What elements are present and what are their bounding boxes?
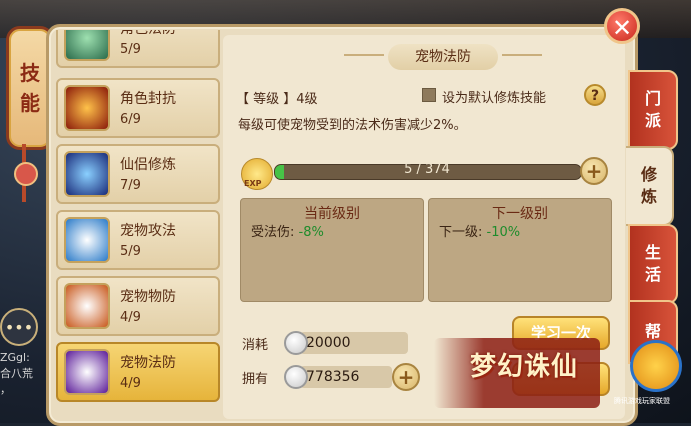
add-silver-button[interactable]: + [392, 363, 420, 391]
skill-list[interactable]: 角色法防 5/9 角色封抗 6/9 仙侣修炼 7/9 宠物攻法 5/9 宠物物防… [56, 30, 222, 415]
current-level-title: 当前级别 [304, 206, 360, 222]
chat-line: ， [0, 383, 11, 396]
skill-item[interactable]: 宠物攻法 5/9 [56, 210, 220, 270]
next-level-title: 下一级别 [492, 206, 548, 222]
default-skill-label: 设为默认修炼技能 [442, 91, 547, 106]
tab-cultivate[interactable]: 修 炼 [626, 146, 674, 226]
skill-icon [64, 217, 110, 263]
silver-coin-icon [284, 365, 308, 389]
skill-level: 5/9 [120, 244, 141, 259]
silver-coin-icon [284, 331, 308, 355]
watermark-logo: 梦幻诛仙 [470, 352, 579, 382]
tab-char: 修 [640, 165, 657, 184]
current-level-label: 受法伤: [251, 225, 295, 240]
skill-level: 7/9 [120, 178, 141, 193]
skill-icon [64, 349, 110, 395]
skill-item[interactable]: 宠物物防 4/9 [56, 276, 220, 336]
own-label: 拥有 [242, 372, 269, 387]
tab-char: 炼 [640, 187, 657, 206]
skill-name: 宠物攻法 [120, 223, 176, 239]
tab-char: 生 [644, 243, 661, 262]
default-skill-checkbox[interactable] [422, 88, 436, 102]
tab-sect[interactable]: 门 派 [628, 70, 678, 150]
add-exp-button[interactable]: + [580, 157, 608, 185]
exp-icon-label: EXP [244, 179, 262, 188]
skill-name: 宠物物防 [120, 289, 176, 305]
brand-badge-icon [630, 340, 682, 392]
skill-item[interactable]: 仙侣修炼 7/9 [56, 144, 220, 204]
lantern-char-1: 技 [20, 61, 40, 85]
skill-description: 每级可使宠物受到的法术伤害减少2%。 [238, 118, 467, 133]
chat-line: ZGgl: [0, 351, 30, 364]
skill-item-selected[interactable]: 宠物法防 4/9 [56, 342, 220, 402]
skill-icon [64, 85, 110, 131]
skill-icon [64, 283, 110, 329]
next-level-box: 下一级别 下一级: -10% [428, 198, 612, 302]
exp-progress-text: 5 / 374 [404, 162, 450, 177]
exp-icon: EXP [241, 158, 273, 190]
cost-field: 20000 [300, 332, 408, 354]
cost-label: 消耗 [242, 338, 269, 353]
skill-name: 角色法防 [120, 30, 176, 38]
lantern-char-2: 能 [20, 91, 40, 115]
skill-name: 宠物法防 [120, 355, 176, 371]
lantern-knot-icon [14, 162, 38, 186]
current-level-box: 当前级别 受法伤: -8% [240, 198, 424, 302]
next-level-label: 下一级: [439, 225, 483, 240]
skill-level: 4/9 [120, 310, 141, 325]
skill-name: 仙侣修炼 [120, 157, 176, 173]
next-level-line: 下一级: -10% [439, 221, 520, 240]
skill-item[interactable]: 角色法防 5/9 [56, 30, 220, 68]
close-button[interactable]: ✕ [604, 8, 640, 44]
skill-level-label: 【 等级 】4级 [236, 92, 318, 107]
brand-caption: 腾讯游戏玩家联盟 [614, 397, 670, 405]
skill-name: 角色封抗 [120, 91, 176, 107]
skill-title: 宠物法防 [388, 44, 498, 70]
skill-level: 6/9 [120, 112, 141, 127]
skill-level: 5/9 [120, 42, 141, 57]
chat-preview: ZGgl: 合八荒 ， [0, 350, 44, 398]
skill-icon [64, 30, 110, 61]
header-deco-left [344, 54, 384, 56]
tab-char: 活 [644, 265, 661, 284]
skill-icon [64, 151, 110, 197]
tab-char: 门 [644, 89, 661, 108]
help-button[interactable]: ? [584, 84, 606, 106]
current-level-value: -8% [298, 225, 324, 240]
skill-item[interactable]: 角色封抗 6/9 [56, 78, 220, 138]
current-level-line: 受法伤: -8% [251, 221, 324, 240]
chat-line: 合八荒 [0, 367, 33, 380]
next-level-value: -10% [486, 225, 521, 240]
header-deco-right [502, 54, 542, 56]
tab-char: 派 [644, 111, 661, 130]
tab-life[interactable]: 生 活 [628, 224, 678, 304]
skill-level: 4/9 [120, 376, 141, 391]
owned-field: 778356 [300, 366, 392, 388]
chat-icon[interactable]: ••• [0, 308, 38, 346]
